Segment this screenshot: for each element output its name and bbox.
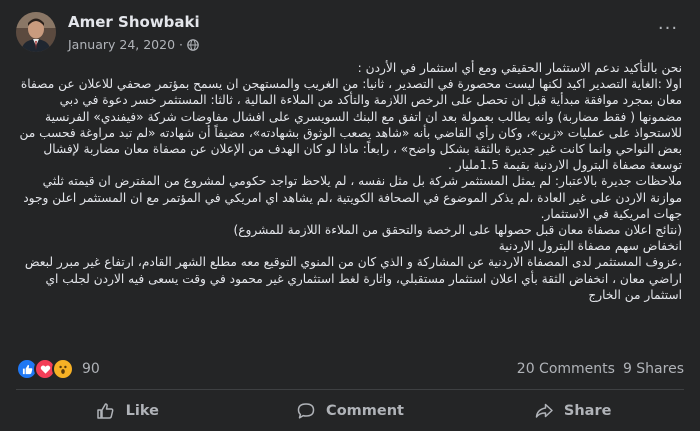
post-date[interactable]: January 24, 2020 [68, 37, 175, 52]
post-paragraph: انخفاض سهم مصفاة البترول الاردنية [498, 239, 682, 254]
post-paragraph: (نتائج اعلان مصفاة معان قبل حصولها على ا… [233, 223, 682, 238]
engagement-counts: 20 Comments 9 Shares [517, 361, 684, 377]
like-button[interactable]: Like [16, 392, 239, 430]
post-text: نحن بالتأكيد ندعم الاستثمار الحقيقي ومع … [18, 60, 682, 303]
post-stats: 90 20 Comments 9 Shares [16, 358, 684, 380]
like-label: Like [125, 403, 159, 419]
post-paragraph: ملاحظات جديرة بالاعتبار: لم يمثل المستثم… [23, 174, 682, 221]
post-paragraph: ،عزوف المستثمر لدى المصفاة الاردنية عن ا… [24, 255, 682, 302]
comment-icon [297, 403, 315, 419]
share-label: Share [563, 403, 612, 419]
comments-count[interactable]: 20 Comments [517, 361, 615, 377]
reaction-count: 90 [82, 361, 100, 377]
post-actions: Like Comment Share [16, 392, 684, 430]
share-button[interactable]: Share [461, 392, 684, 430]
wow-icon [52, 358, 74, 380]
globe-icon[interactable] [187, 38, 199, 51]
post-header: Amer Showbaki January 24, 2020 · ··· [16, 10, 684, 54]
author-name[interactable]: Amer Showbaki [68, 13, 200, 31]
divider [16, 389, 684, 390]
meta-separator: · [179, 37, 184, 52]
post-meta: January 24, 2020 · [68, 37, 199, 52]
avatar[interactable] [16, 12, 56, 52]
comment-button[interactable]: Comment [239, 392, 462, 430]
post-paragraph: نحن بالتأكيد ندعم الاستثمار الحقيقي ومع … [357, 61, 682, 75]
post-paragraph: اولا :الغاية التصدير اكيد لكنها ليست محص… [19, 77, 682, 173]
thumbs-up-icon [96, 403, 114, 419]
more-options-icon[interactable]: ··· [654, 18, 682, 39]
profile-photo [16, 12, 56, 52]
share-arrow-icon [535, 403, 553, 418]
reactions-summary[interactable]: 90 [16, 358, 100, 380]
shares-count[interactable]: 9 Shares [623, 361, 684, 377]
comment-label: Comment [326, 403, 404, 419]
facebook-post: Amer Showbaki January 24, 2020 · ··· نحن… [0, 0, 700, 431]
